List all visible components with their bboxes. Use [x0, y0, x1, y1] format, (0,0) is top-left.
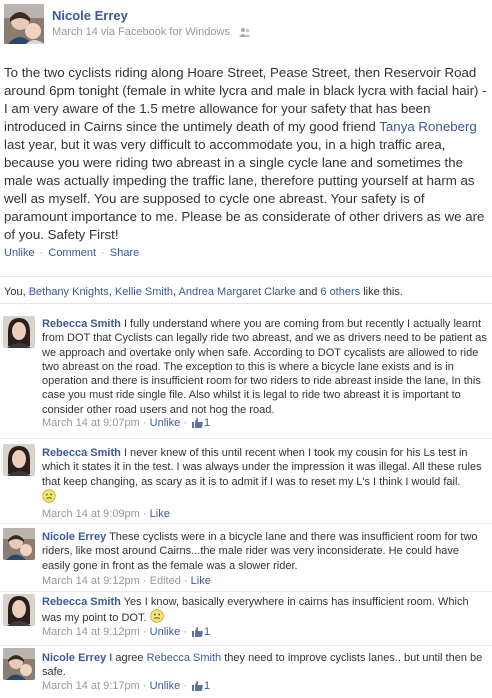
edited-label[interactable]: Edited: [150, 575, 181, 587]
like-count[interactable]: 1: [204, 626, 210, 638]
comment-author-link[interactable]: Nicole Errey: [42, 652, 106, 664]
comment-author-link[interactable]: Rebecca Smith: [42, 447, 121, 459]
comment-author-link[interactable]: Rebecca Smith: [42, 596, 121, 608]
post-author-link[interactable]: Nicole Errey: [52, 8, 128, 23]
comment-author-link[interactable]: Rebecca Smith: [42, 318, 121, 330]
comment-meta: March 14 at 9:17pm · Unlike · 1: [42, 680, 210, 694]
friends-icon[interactable]: [238, 27, 251, 40]
comment-timestamp[interactable]: March 14 at 9:12pm: [42, 575, 140, 587]
avatar[interactable]: [3, 528, 35, 560]
comment-timestamp[interactable]: March 14 at 9:09pm: [42, 508, 140, 520]
liker-link[interactable]: Bethany Knights: [29, 286, 109, 298]
like-count[interactable]: 1: [204, 417, 210, 429]
others-link[interactable]: 6 others: [320, 286, 360, 298]
avatar[interactable]: [3, 444, 35, 476]
comment: Rebecca Smith Yes I know, basically ever…: [0, 592, 492, 646]
separator: ·: [183, 417, 187, 429]
post-body: To the two cyclists riding along Hoare S…: [4, 64, 490, 244]
comment-body: I fully understand where you are coming …: [42, 318, 487, 416]
comment-timestamp[interactable]: March 14 at 9:12pm: [42, 626, 140, 638]
comment-link[interactable]: Comment: [48, 247, 96, 259]
separator: ·: [183, 626, 187, 638]
smiley-icon: [149, 609, 164, 627]
post-actions: Unlike · Comment · Share: [4, 247, 139, 259]
post-meta: March 14 via Facebook for Windows: [52, 26, 251, 40]
share-link[interactable]: Share: [110, 247, 139, 259]
mention-link[interactable]: Tanya Roneberg: [379, 119, 477, 134]
like-count[interactable]: 1: [204, 680, 210, 692]
comment-body: These cyclists were in a bicycle lane an…: [42, 531, 478, 572]
comment-author-link[interactable]: Nicole Errey: [42, 531, 106, 543]
avatar[interactable]: [3, 648, 35, 680]
separator: ·: [142, 680, 147, 692]
thumbs-up-icon[interactable]: [192, 418, 203, 431]
comment-text: Rebecca Smith I fully understand where y…: [42, 317, 488, 417]
separator: ·: [183, 575, 188, 587]
likes-bar: You, Bethany Knights, Kellie Smith, Andr…: [0, 276, 492, 304]
comment-timestamp[interactable]: March 14 at 9:17pm: [42, 680, 140, 692]
thumbs-up-icon[interactable]: [192, 627, 203, 640]
unlike-link[interactable]: Unlike: [150, 417, 181, 429]
comment-meta: March 14 at 9:12pm · Unlike · 1: [42, 626, 210, 640]
like-link[interactable]: Like: [191, 575, 211, 587]
separator: ·: [142, 626, 147, 638]
comment-text: Rebecca Smith Yes I know, basically ever…: [42, 595, 488, 628]
comment: Nicole Errey I agree Rebecca Smith they …: [0, 646, 492, 698]
separator: ·: [142, 575, 147, 587]
comment: Rebecca Smith I never knew of this until…: [0, 439, 492, 524]
comment: Rebecca Smith I fully understand where y…: [0, 306, 492, 439]
unlike-link[interactable]: Unlike: [150, 626, 181, 638]
post-timestamp[interactable]: March 14 via Facebook for Windows: [52, 26, 230, 38]
likes-summary: You, Bethany Knights, Kellie Smith, Andr…: [4, 286, 403, 298]
likes-prefix: You,: [4, 286, 29, 298]
unlike-link[interactable]: Unlike: [4, 247, 35, 259]
likes-and: and: [295, 286, 321, 298]
comment-meta: March 14 at 9:07pm · Unlike · 1: [42, 417, 210, 431]
mention-link[interactable]: Rebecca Smith: [147, 652, 222, 664]
post-header: Nicole Errey March 14 via Facebook for W…: [0, 0, 492, 50]
likes-suffix: like this.: [360, 286, 403, 298]
comment-text: Nicole Errey These cyclists were in a bi…: [42, 530, 488, 573]
avatar[interactable]: [3, 594, 35, 626]
comment: Nicole Errey These cyclists were in a bi…: [0, 524, 492, 592]
unlike-link[interactable]: Unlike: [150, 680, 181, 692]
like-link[interactable]: Like: [150, 508, 170, 520]
comment-meta: March 14 at 9:09pm · Like: [42, 508, 170, 520]
comment-meta: March 14 at 9:12pm · Edited · Like: [42, 575, 211, 587]
comment-body: I agree: [109, 652, 147, 664]
liker-link[interactable]: Kellie Smith: [115, 286, 173, 298]
thumbs-up-icon[interactable]: [192, 681, 203, 694]
separator: ·: [101, 247, 105, 259]
avatar[interactable]: [3, 316, 35, 348]
comment-text: Rebecca Smith I never knew of this until…: [42, 446, 488, 507]
separator: ·: [39, 247, 44, 259]
separator: ·: [142, 508, 147, 520]
post-text-part: last year, but it was very difficult to …: [4, 137, 485, 242]
liker-link[interactable]: Andrea Margaret Clarke: [179, 286, 296, 298]
smiley-icon: [42, 489, 56, 507]
avatar[interactable]: [4, 4, 44, 44]
comment-timestamp[interactable]: March 14 at 9:07pm: [42, 417, 140, 429]
comment-text: Nicole Errey I agree Rebecca Smith they …: [42, 651, 488, 680]
separator: ·: [183, 680, 187, 692]
separator: ·: [142, 417, 147, 429]
